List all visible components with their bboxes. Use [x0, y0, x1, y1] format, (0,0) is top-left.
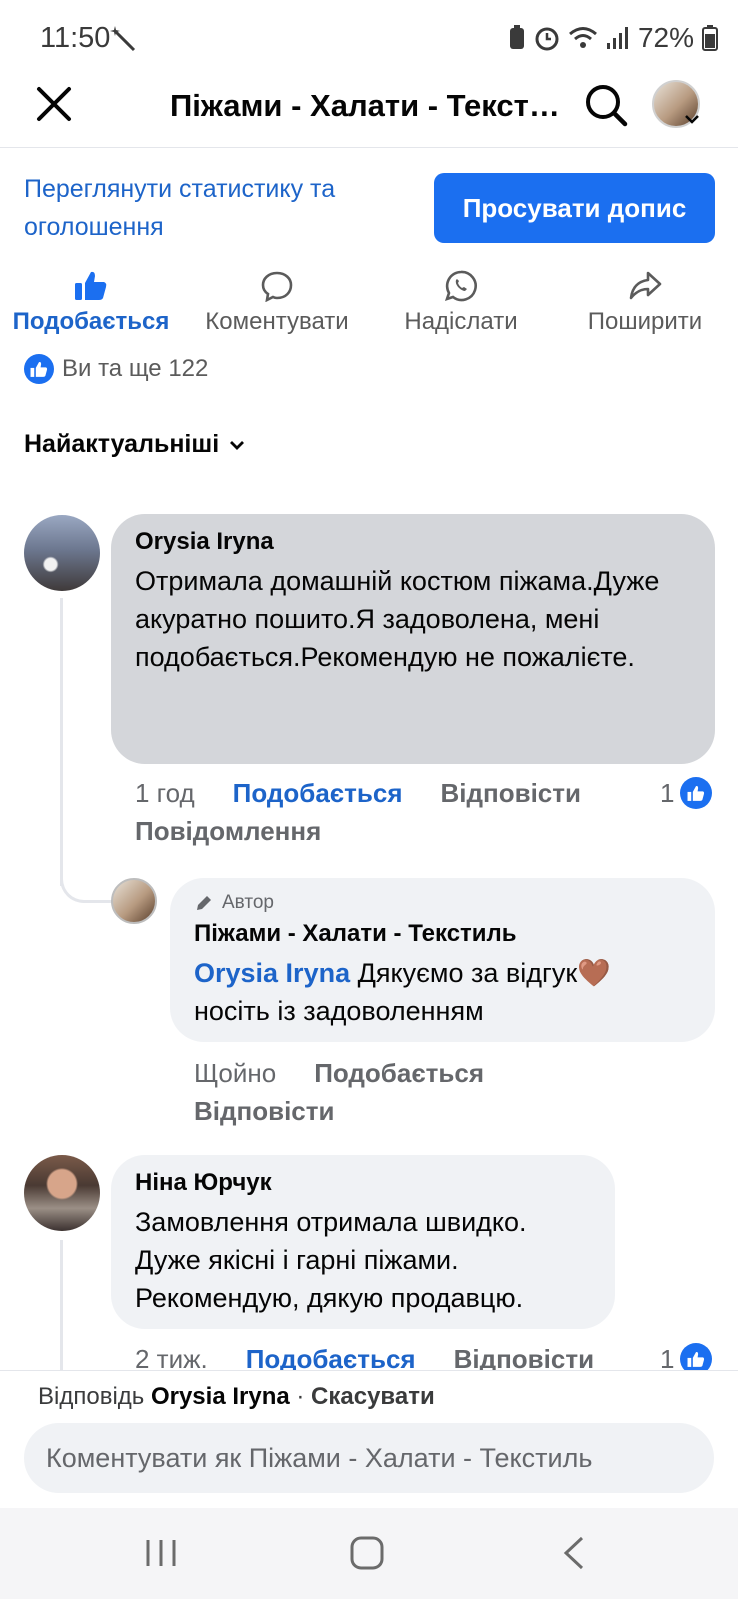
reply-button[interactable]: Відповісти	[441, 774, 581, 812]
comment-bubble[interactable]: Ніна Юрчук Замовлення отримала швидко. Д…	[111, 1155, 615, 1329]
battery-saver-icon	[509, 25, 524, 49]
sort-label: Найактуальніші	[24, 430, 220, 458]
mention-link[interactable]: Orysia Iryna	[194, 958, 350, 988]
comment-author[interactable]: Ніна Юрчук	[135, 1169, 591, 1197]
reply-prefix: Відповідь	[38, 1383, 145, 1410]
like-reply-button[interactable]: Подобається	[314, 1054, 484, 1092]
home-icon[interactable]	[350, 1536, 384, 1570]
thread-line	[60, 1240, 63, 1370]
status-icons: 72%	[508, 22, 718, 54]
recent-apps-icon[interactable]	[144, 1538, 178, 1568]
like-label: Подобається	[12, 308, 170, 335]
author-badge: Автор	[194, 892, 691, 914]
search-icon[interactable]	[584, 83, 628, 127]
send-action[interactable]: Надіслати	[376, 270, 546, 336]
close-icon[interactable]	[36, 86, 72, 122]
chevron-down-icon	[230, 440, 245, 450]
separator: ·	[296, 1383, 305, 1410]
chevron-down-icon[interactable]	[684, 113, 700, 125]
send-label: Надіслати	[404, 308, 518, 335]
author-badge-label: Автор	[222, 892, 274, 913]
share-label: Поширити	[587, 308, 703, 335]
comment-text: Замовлення отримала швидко. Дуже якісні …	[135, 1207, 527, 1313]
view-stats-link[interactable]: Переглянути статистику та оголошення	[24, 170, 404, 246]
sort-dropdown[interactable]: Найактуальніші	[24, 430, 245, 459]
battery-icon	[702, 25, 718, 51]
status-time: 11:50	[40, 22, 111, 54]
comment-author[interactable]: Orysia Iryna	[135, 528, 691, 556]
signal-icon	[606, 27, 628, 49]
page-avatar[interactable]	[111, 878, 157, 924]
reactions-summary[interactable]: Ви та ще 122	[24, 354, 208, 384]
like-comment-button[interactable]: Подобається	[233, 774, 403, 812]
reactions-count-text: Ви та ще 122	[62, 355, 209, 382]
wifi-icon	[568, 27, 597, 48]
like-count: 1	[660, 778, 675, 808]
comment-action[interactable]: Коментувати	[192, 270, 362, 336]
reply-bubble[interactable]: Автор Піжами - Халати - Текстиль Orysia …	[170, 878, 715, 1042]
back-icon[interactable]	[562, 1536, 586, 1570]
commenter-avatar[interactable]	[24, 515, 100, 591]
reply-meta: Щойно Подобається Відповісти	[194, 1054, 554, 1130]
battery-percent: 72%	[637, 22, 694, 53]
magic-wand-icon	[110, 26, 136, 52]
thread-connector	[60, 855, 116, 903]
reply-author[interactable]: Піжами - Халати - Текстиль	[194, 920, 691, 948]
reply-text: Orysia Iryna Дякуємо за відгук🤎 носіть і…	[194, 954, 691, 1030]
reply-time: Щойно	[194, 1058, 277, 1088]
comment-meta: 1 год Подобається Відповісти Повідомленн…	[135, 774, 635, 850]
replying-to-bar: Відповідь Orysia Iryna · Скасувати	[38, 1383, 435, 1411]
reply-reply-button[interactable]: Відповісти	[194, 1092, 334, 1130]
comment-label: Коментувати	[205, 308, 349, 335]
promote-post-button[interactable]: Просувати допис	[434, 173, 715, 243]
pencil-icon	[197, 896, 211, 910]
comment-icon	[261, 271, 293, 302]
like-reaction-icon	[680, 777, 713, 809]
cancel-reply-button[interactable]: Скасувати	[311, 1383, 435, 1410]
comment-text: Отримала домашній костюм піжама.Дуже аку…	[135, 566, 660, 672]
comment-like-count[interactable]: 1	[660, 774, 713, 812]
commenter-avatar[interactable]	[24, 1155, 100, 1231]
thumbs-up-icon	[75, 271, 107, 300]
comment-time: 1 год	[135, 778, 195, 808]
comment-bubble[interactable]: Orysia Iryna Отримала домашній костюм пі…	[111, 514, 715, 764]
message-button[interactable]: Повідомлення	[135, 812, 321, 850]
reply-target-name: Orysia Iryna	[150, 1383, 290, 1410]
page-title: Піжами - Халати - Текстиль	[170, 88, 565, 123]
share-icon	[629, 271, 662, 300]
share-action[interactable]: Поширити	[560, 270, 730, 336]
thread-line	[60, 598, 63, 886]
like-reaction-icon	[24, 354, 54, 384]
alarm-icon	[535, 27, 559, 51]
whatsapp-icon	[444, 270, 477, 302]
like-action[interactable]: Подобається	[6, 270, 176, 336]
comment-input[interactable]	[24, 1423, 714, 1493]
